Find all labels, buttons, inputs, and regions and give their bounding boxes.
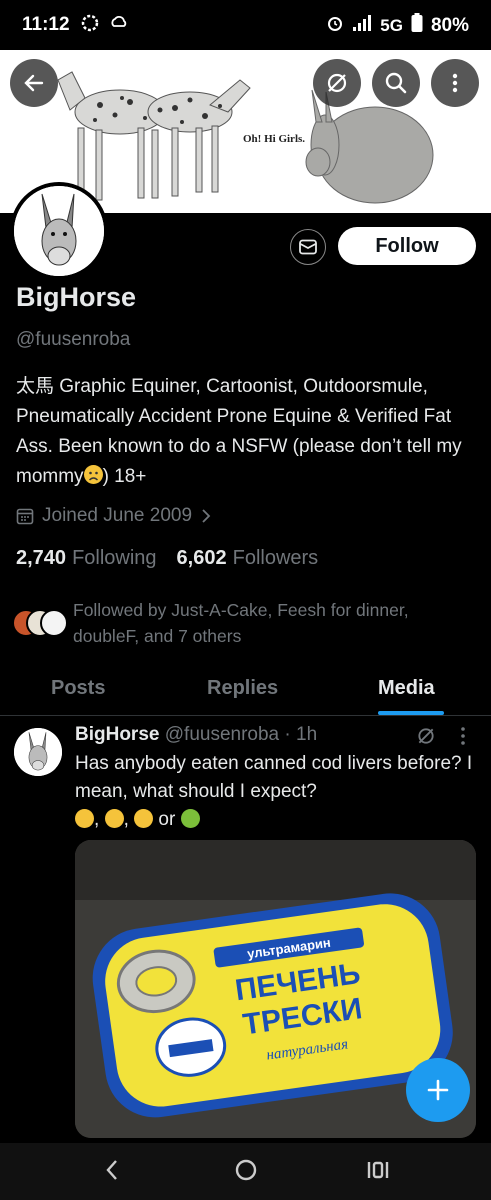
bio-end-text: ) 18+ (102, 466, 147, 487)
followers-label: Followers (232, 547, 319, 569)
grok-button[interactable] (313, 59, 361, 107)
follow-stats: 2,740 Following 6,602 Followers (16, 547, 318, 570)
grok-icon (418, 728, 434, 744)
more-options-button[interactable] (431, 59, 479, 107)
post-avatar[interactable] (14, 728, 62, 776)
grok-post-button[interactable] (416, 726, 436, 751)
network-label: 5G (380, 16, 403, 35)
envelope-icon (299, 239, 317, 255)
follow-button[interactable]: Follow (338, 227, 476, 265)
profile-tabs: Posts Replies Media (0, 665, 491, 715)
message-button[interactable] (290, 229, 326, 265)
followed-by-text: Followed by Just-A-Cake, Feesh for dinne… (73, 600, 409, 646)
followers-count: 6,602 (176, 547, 227, 569)
status-bar: 11:12 5G 80% (0, 0, 491, 50)
post-separator: , (94, 809, 100, 830)
confounded-face-emoji (134, 809, 154, 828)
donkey-avatar-image (14, 186, 104, 276)
post-separator: , (123, 809, 129, 830)
tab-media[interactable]: Media (378, 677, 435, 700)
plus-icon (427, 1079, 449, 1101)
joined-label: Joined June 2009 (42, 505, 193, 526)
post-or-text: or (158, 809, 176, 830)
back-button[interactable] (10, 59, 58, 107)
battery-percent: 80% (430, 15, 469, 36)
more-vertical-icon (461, 727, 465, 745)
followed-by-avatars (12, 609, 72, 637)
post-author-name[interactable]: BigHorse (75, 724, 159, 745)
following-link[interactable]: 2,740 Following (16, 547, 157, 570)
nav-back-button[interactable] (102, 1157, 122, 1188)
recents-icon (367, 1161, 389, 1179)
post-header: BigHorse @fuusenroba · 1h (75, 724, 317, 746)
following-label: Following (72, 547, 157, 569)
follower-avatar (40, 609, 68, 637)
post-text: Has anybody eaten canned cod livers befo… (75, 750, 475, 834)
tabs-divider (0, 715, 491, 716)
post-more-button[interactable] (460, 726, 466, 751)
nav-recents-button[interactable] (366, 1157, 390, 1188)
banner-caption: Oh! Hi Girls. (243, 133, 305, 145)
frowning-face-emoji (83, 465, 103, 484)
followers-link[interactable]: 6,602 Followers (177, 547, 319, 570)
profile-name: BigHorse (16, 282, 137, 312)
joined-date[interactable]: Joined June 2009 (16, 505, 212, 527)
vomiting-face-emoji (180, 809, 200, 828)
calendar-icon (16, 508, 34, 525)
nav-home-button[interactable] (233, 1157, 259, 1188)
alarm-icon (326, 14, 344, 38)
chevron-right-icon (202, 509, 211, 523)
raised-eyebrow-emoji (104, 809, 124, 828)
tab-posts[interactable]: Posts (51, 677, 105, 700)
tab-replies[interactable]: Replies (207, 677, 278, 700)
post-actions (416, 726, 466, 751)
post-handle-time: @fuusenroba · 1h (164, 724, 318, 745)
search-icon (385, 72, 407, 94)
battery-icon (411, 13, 423, 39)
more-vertical-icon (452, 73, 458, 93)
notification-icon (80, 13, 100, 38)
following-count: 2,740 (16, 547, 67, 569)
compose-post-button[interactable] (406, 1058, 470, 1122)
profile-handle: @fuusenroba (16, 329, 131, 350)
profile-avatar[interactable] (10, 182, 108, 280)
back-arrow-icon (24, 74, 44, 92)
grok-icon (327, 73, 347, 93)
post-body: Has anybody eaten canned cod livers befo… (75, 753, 473, 802)
back-chevron-icon (106, 1160, 117, 1180)
donkey-avatar-image (14, 728, 62, 776)
home-circle-icon (235, 1159, 257, 1181)
status-time: 11:12 (22, 14, 70, 35)
system-navigation-bar (0, 1143, 491, 1200)
search-button[interactable] (372, 59, 420, 107)
star-struck-emoji (75, 809, 94, 828)
signal-icon (352, 14, 372, 38)
cloud-icon (110, 13, 128, 38)
profile-bio: 太馬 Graphic Equiner, Cartoonist, Outdoors… (16, 372, 486, 492)
